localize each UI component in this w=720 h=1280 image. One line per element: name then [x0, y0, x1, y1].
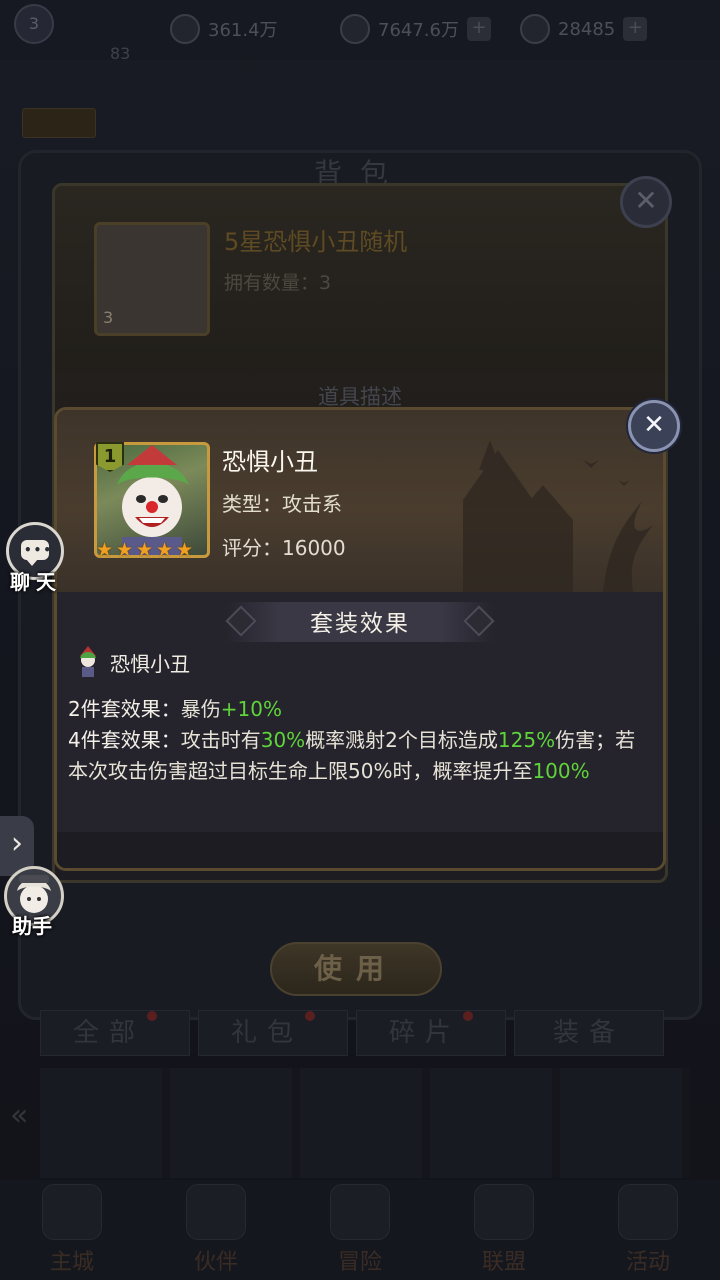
tab-fragment: 碎片 [356, 1010, 506, 1056]
star-icon: ★ [156, 539, 174, 561]
partner-icon [186, 1184, 246, 1240]
item-icon: 3 [94, 222, 210, 336]
set-effects-text: 2件套效果：暴伤+10% 4件套效果：攻击时有30%概率溅射2个目标造成125%… [68, 694, 648, 787]
item-dialog-close-icon: ✕ [620, 176, 672, 228]
item-name: 5星恐惧小丑随机 [224, 228, 408, 256]
activity-icon [618, 1184, 678, 1240]
alliance-icon [474, 1184, 534, 1240]
nav-main-city: 主城 [17, 1184, 127, 1276]
diamond-value: 28485 [558, 18, 616, 40]
adventure-icon [330, 1184, 390, 1240]
tab-gift: 礼包 [198, 1010, 348, 1056]
tab-equipment: 装备 [514, 1010, 664, 1056]
set-effect-header: 套装效果 [225, 602, 495, 642]
event-tag [22, 108, 96, 138]
star-icon: ★ [136, 539, 154, 561]
add-gold-button: + [466, 17, 491, 41]
hero-score: 评分：16000 [222, 532, 346, 561]
bag-grid [40, 1068, 690, 1178]
gold-value: 7647.6万 [378, 20, 459, 41]
nav-alliance: 联盟 [449, 1184, 559, 1276]
star-rating: ★ ★ ★ ★ ★ [96, 540, 196, 560]
close-button[interactable]: ✕ [628, 400, 680, 452]
star-icon: ★ [116, 539, 134, 561]
bag-tabs: 全部 礼包 碎片 装备 [40, 1010, 720, 1060]
nav-partner: 伙伴 [161, 1184, 271, 1276]
power-resource: 361.4万 [170, 12, 278, 46]
nav-adventure: 冒险 [305, 1184, 415, 1276]
tab-all: 全部 [40, 1010, 190, 1056]
popup-footer [57, 832, 663, 868]
add-diamond-button: + [623, 17, 648, 41]
power-value: 361.4万 [208, 20, 278, 41]
item-owned-count: 3 [319, 272, 332, 294]
star-icon: ★ [96, 539, 114, 561]
castle-silhouette-icon [463, 440, 653, 592]
hero-type-label: 类型： [222, 492, 282, 516]
chat-label[interactable]: 聊天 [10, 566, 62, 595]
player-sub-number: 83 [110, 44, 131, 63]
hero-score-label: 评分： [222, 536, 282, 560]
hero-name: 恐惧小丑 [222, 448, 318, 476]
helper-label[interactable]: 助手 [12, 910, 52, 939]
item-icon-count: 3 [103, 308, 114, 327]
set-name: 恐惧小丑 [110, 651, 190, 676]
player-level-badge: 3 [14, 4, 54, 44]
hero-type-value: 攻击系 [282, 492, 342, 516]
bottom-nav: 主城 伙伴 冒险 联盟 活动 [0, 1180, 720, 1280]
star-icon: ★ [176, 539, 194, 561]
nav-activity: 活动 [593, 1184, 703, 1276]
item-owned: 拥有数量：3 [224, 272, 332, 294]
set-effect-title: 套装效果 [310, 611, 410, 637]
gold-resource: 7647.6万 + [340, 12, 491, 46]
hero-score-value: 16000 [282, 536, 346, 560]
back-arrow-icon: « [10, 1098, 29, 1133]
use-button: 使用 [270, 942, 442, 996]
joker-mini-icon [80, 646, 96, 677]
diamond-resource: 28485 + [520, 12, 648, 46]
castle-icon [42, 1184, 102, 1240]
effect-4-piece: 4件套效果：攻击时有30%概率溅射2个目标造成125%伤害；若本次攻击伤害超过目… [68, 728, 636, 783]
diamond-icon [520, 14, 550, 44]
hero-type: 类型：攻击系 [222, 488, 342, 517]
sword-icon [170, 14, 200, 44]
coin-icon [340, 14, 370, 44]
effect-2-piece: 2件套效果：暴伤+10% [68, 697, 282, 721]
set-name-row: 恐惧小丑 [74, 646, 190, 678]
